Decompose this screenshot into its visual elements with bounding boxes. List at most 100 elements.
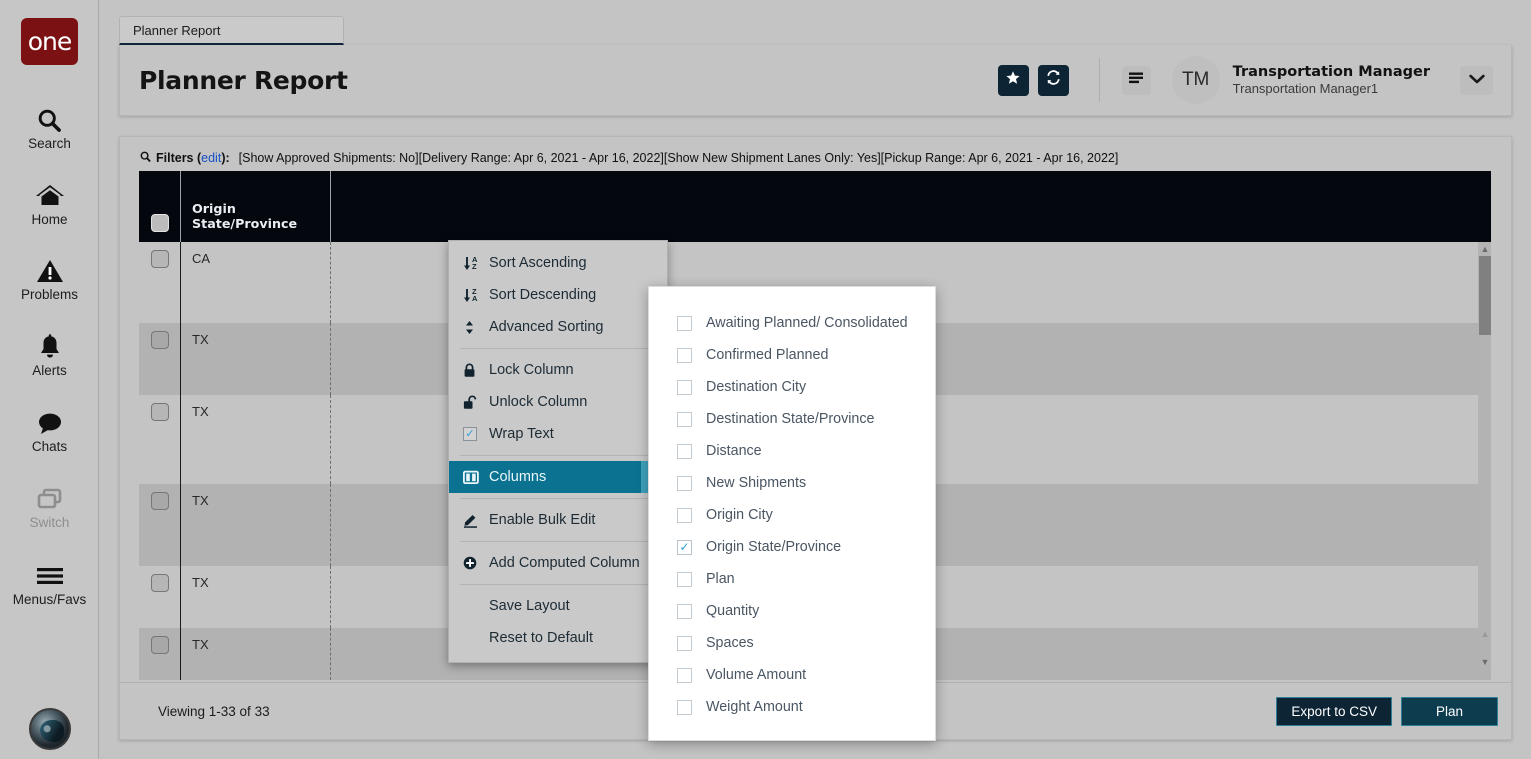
column-checkbox[interactable]: [677, 507, 692, 523]
sort-ascending-icon: AZ: [463, 255, 489, 271]
vertical-scrollbar[interactable]: ▲ ▲ ▼: [1478, 242, 1491, 669]
row-select-cell[interactable]: [139, 242, 180, 323]
columns-option-distance[interactable]: Distance: [649, 435, 935, 467]
refresh-icon: [1045, 69, 1062, 91]
plan-button[interactable]: Plan: [1400, 696, 1498, 726]
tab-planner-report[interactable]: Planner Report: [119, 16, 344, 45]
scroll-down-arrow[interactable]: ▼: [1478, 655, 1491, 669]
row-checkbox[interactable]: [150, 331, 169, 349]
menu-item-sort-ascending[interactable]: AZ Sort Ascending: [449, 247, 667, 279]
rail-item-menus-favs[interactable]: Menus/Favs: [0, 561, 99, 608]
column-checkbox[interactable]: [677, 603, 692, 619]
wrap-text-checkbox[interactable]: ✓: [463, 427, 477, 441]
row-select-cell[interactable]: [139, 395, 180, 484]
column-checkbox[interactable]: [677, 347, 692, 363]
columns-option-spaces[interactable]: Spaces: [649, 627, 935, 659]
filters-edit-link[interactable]: edit: [201, 151, 221, 165]
row-checkbox[interactable]: [150, 492, 169, 510]
columns-option-volume-amount[interactable]: Volume Amount: [649, 659, 935, 691]
refresh-button[interactable]: [1037, 64, 1069, 96]
rail-user-avatar[interactable]: [29, 708, 71, 750]
columns-option-awaiting-planned-consolidated[interactable]: Awaiting Planned/ Consolidated: [649, 307, 935, 339]
avatar[interactable]: TM: [1171, 56, 1220, 104]
edit-icon: [463, 513, 489, 528]
menu-item-advanced-sorting[interactable]: Advanced Sorting ❯: [449, 311, 667, 343]
rail-item-problems[interactable]: Problems: [0, 256, 99, 303]
brand-logo-text: one: [27, 27, 73, 56]
column-checkbox[interactable]: ✓: [677, 539, 692, 555]
export-to-csv-button[interactable]: Export to CSV: [1276, 696, 1392, 726]
menu-item-save-layout[interactable]: Save Layout: [449, 590, 667, 622]
unlock-icon: [463, 395, 489, 410]
columns-icon: [463, 470, 489, 485]
row-checkbox[interactable]: [150, 403, 169, 421]
menu-item-columns[interactable]: Columns ❯: [449, 461, 667, 493]
columns-option-origin-state-province[interactable]: ✓ Origin State/Province: [649, 531, 935, 563]
columns-option-quantity[interactable]: Quantity: [649, 595, 935, 627]
menu-item-add-computed-column[interactable]: Add Computed Column: [449, 547, 667, 579]
row-checkbox[interactable]: [150, 636, 169, 654]
column-checkbox[interactable]: [677, 571, 692, 587]
rail-item-chats[interactable]: Chats: [0, 408, 99, 455]
column-checkbox[interactable]: [677, 379, 692, 395]
menu-item-reset-to-default[interactable]: Reset to Default: [449, 622, 667, 654]
menu-divider: [460, 541, 656, 542]
scrollbar-thumb[interactable]: [1479, 256, 1491, 335]
row-checkbox[interactable]: [150, 574, 169, 592]
page-header: Planner Report TM Transportation Manager…: [119, 45, 1512, 116]
select-all-cell[interactable]: [139, 214, 180, 242]
column-checkbox[interactable]: [677, 411, 692, 427]
planner-report-screen: one Search Home Problems Alerts Chats Sw…: [0, 0, 1531, 759]
row-checkbox[interactable]: [150, 250, 169, 268]
columns-option-label: Origin City: [706, 507, 773, 523]
avatar-initials: TM: [1181, 69, 1210, 90]
cell-origin-state: CA: [180, 242, 330, 323]
menu-item-lock-column[interactable]: Lock Column: [449, 354, 667, 386]
columns-option-label: Spaces: [706, 635, 754, 651]
scroll-up-arrow[interactable]: ▲: [1478, 242, 1491, 256]
column-checkbox[interactable]: [677, 699, 692, 715]
row-select-cell[interactable]: [139, 628, 180, 680]
column-checkbox[interactable]: [677, 443, 692, 459]
menu-item-wrap-text[interactable]: ✓ Wrap Text: [449, 418, 667, 450]
row-select-cell[interactable]: [139, 323, 180, 395]
hamburger-icon: [35, 561, 65, 591]
rail-item-home[interactable]: Home: [0, 181, 99, 228]
row-select-cell[interactable]: [139, 566, 180, 628]
column-checkbox[interactable]: [677, 475, 692, 491]
rail-item-switch[interactable]: Switch: [0, 484, 99, 531]
columns-option-destination-state-province[interactable]: Destination State/Province: [649, 403, 935, 435]
left-nav-rail: one Search Home Problems Alerts Chats Sw…: [0, 0, 99, 759]
columns-option-weight-amount[interactable]: Weight Amount: [649, 691, 935, 723]
column-checkbox[interactable]: [677, 315, 692, 331]
user-name: Transportation Manager: [1232, 63, 1430, 80]
filters-value: [Show Approved Shipments: No][Delivery R…: [238, 151, 1119, 165]
column-checkbox[interactable]: [677, 667, 692, 683]
bell-icon: [37, 332, 63, 362]
rail-item-alerts[interactable]: Alerts: [0, 332, 99, 379]
user-menu-button[interactable]: [1460, 65, 1493, 95]
plus-circle-icon: [463, 556, 489, 570]
row-select-cell[interactable]: [139, 484, 180, 566]
column-checkbox[interactable]: [677, 635, 692, 651]
menu-item-sort-descending[interactable]: ZA Sort Descending: [449, 279, 667, 311]
columns-option-plan[interactable]: Plan: [649, 563, 935, 595]
favorite-button[interactable]: [997, 64, 1029, 96]
columns-option-origin-city[interactable]: Origin City: [649, 499, 935, 531]
menu-item-label: Sort Descending: [489, 287, 597, 303]
rail-label-menus-favs: Menus/Favs: [12, 592, 87, 607]
select-all-checkbox[interactable]: [150, 214, 169, 232]
scroll-up-arrow-secondary[interactable]: ▲: [1478, 627, 1491, 641]
columns-option-destination-city[interactable]: Destination City: [649, 371, 935, 403]
brand-logo[interactable]: one: [21, 18, 78, 65]
rail-item-search[interactable]: Search: [0, 105, 99, 152]
filters-bar: Filters ( edit ): [Show Approved Shipmen…: [140, 150, 1118, 165]
menu-item-unlock-column[interactable]: Unlock Column: [449, 386, 667, 418]
columns-option-new-shipments[interactable]: New Shipments: [649, 467, 935, 499]
menu-item-enable-bulk-edit[interactable]: Enable Bulk Edit: [449, 504, 667, 536]
column-header-origin-state[interactable]: Origin State/Province: [180, 171, 330, 242]
lock-icon: [463, 363, 489, 378]
header-menu-button[interactable]: [1121, 65, 1151, 95]
columns-option-confirmed-planned[interactable]: Confirmed Planned: [649, 339, 935, 371]
grid-header-empty-area: [330, 171, 1491, 242]
